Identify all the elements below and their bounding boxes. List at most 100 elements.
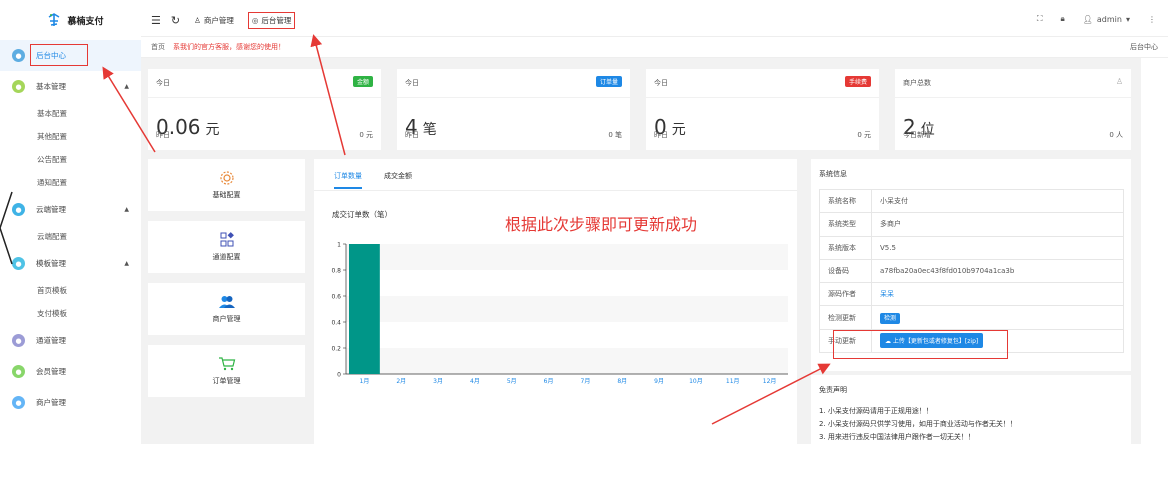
sidebar-sub-notice-config[interactable]: 公告配置 bbox=[0, 148, 141, 171]
user-outline-icon: ♙ bbox=[1115, 77, 1123, 86]
author-link[interactable]: 呆呆 bbox=[880, 290, 894, 298]
sidebar-item-cloud[interactable]: ● 云端管理 ▲ bbox=[0, 194, 141, 225]
disclaimer-line: 1. 小呆支付源码请用于正规用途！！ bbox=[819, 407, 933, 415]
grid-band bbox=[346, 244, 788, 270]
y-tick-label: 0.2 bbox=[331, 346, 341, 353]
stat-badge: 订单量 bbox=[595, 76, 622, 87]
disclaimer-title: 免责声明 bbox=[819, 386, 847, 394]
x-tick-label: 3月 bbox=[433, 378, 443, 385]
quick-link-orders[interactable]: 订单管理 bbox=[148, 345, 305, 397]
x-tick-label: 9月 bbox=[654, 378, 664, 385]
sidebar-sub-cloud-config[interactable]: 云端配置 bbox=[0, 225, 141, 248]
sidebar-sub-basic-config[interactable]: 基本配置 bbox=[0, 102, 141, 125]
content-area: 今日 金额 0.06 元 昨日 0 元 今日 订单量 4笔 昨日 0 笔 今日 手… bbox=[141, 58, 1141, 444]
chart-title: 成交订单数（笔） bbox=[332, 209, 392, 219]
x-tick-label: 10月 bbox=[689, 378, 703, 385]
sidebar-item-label: 模板管理 bbox=[36, 259, 66, 268]
sidebar-menu: ● 后台中心 ● 基本管理 ▲ 基本配置 其他配置 公告配置 通知配置 ● 云端… bbox=[0, 40, 141, 418]
stat-card-orders: 今日 订单量 4笔 昨日 0 笔 bbox=[397, 69, 630, 150]
template-icon: ● bbox=[12, 257, 25, 270]
refresh-icon[interactable]: ↻ bbox=[171, 14, 180, 27]
backend-link[interactable]: ◎ 后台管理 bbox=[247, 11, 296, 29]
merchant-link[interactable]: ♙ 商户管理 bbox=[194, 15, 234, 26]
lock-icon[interactable]: 🔒︎ bbox=[1060, 14, 1064, 24]
sidebar-item-label: 通道管理 bbox=[36, 336, 66, 345]
settings-icon: ● bbox=[12, 80, 25, 93]
chart-bar bbox=[349, 244, 380, 374]
y-tick-label: 0 bbox=[337, 372, 341, 379]
table-row: 设备码 a78fba20a0ec43f8fd010b9704a1ca3b bbox=[819, 258, 1124, 284]
sidebar-sub-other-config[interactable]: 其他配置 bbox=[0, 125, 141, 148]
sidebar: 慕楠支付 ● 后台中心 ● 基本管理 ▲ 基本配置 其他配置 公告配置 通知配置… bbox=[0, 0, 141, 444]
dashboard-icon: ● bbox=[12, 49, 25, 62]
logo-icon bbox=[49, 13, 60, 26]
fullscreen-icon[interactable]: ⛶ bbox=[1037, 14, 1043, 24]
topbar: ☰ ↻ ♙ 商户管理 ◎ 后台管理 ⛶ 🔒︎ 👤︎ admin ▾ ⋮ bbox=[141, 0, 1168, 40]
y-tick-label: 0.8 bbox=[331, 268, 341, 275]
quick-link-merchant[interactable]: 商户管理 bbox=[148, 283, 305, 335]
table-row: 系统版本 V5.5 bbox=[819, 235, 1124, 260]
quick-link-basic-config[interactable]: 基础配置 bbox=[148, 159, 305, 211]
sidebar-item-label: 商户管理 bbox=[36, 398, 66, 407]
cloud-icon: ● bbox=[12, 203, 25, 216]
disclaimer-card: 免责声明 1. 小呆支付源码请用于正规用途！！ 2. 小呆支付源码只供学习使用，… bbox=[811, 375, 1131, 444]
sidebar-item-member[interactable]: ● 会员管理 bbox=[0, 356, 141, 387]
check-update-button[interactable]: 检测 bbox=[880, 313, 901, 325]
user-menu[interactable]: 👤︎ admin ▾ bbox=[1083, 15, 1130, 24]
avatar-icon: 👤︎ bbox=[1082, 14, 1093, 24]
highlight-box bbox=[30, 44, 88, 66]
user-icon: ♙ bbox=[194, 15, 201, 25]
more-icon[interactable]: ⋮ bbox=[1148, 15, 1156, 24]
sidebar-item-merchant[interactable]: ● 商户管理 bbox=[0, 387, 141, 418]
stat-badge: 手续费 bbox=[844, 76, 871, 87]
caret-up-icon: ▲ bbox=[124, 206, 129, 213]
sidebar-item-basic[interactable]: ● 基本管理 ▲ bbox=[0, 71, 141, 102]
x-tick-label: 8月 bbox=[617, 378, 627, 385]
table-row: 系统名称 小呆支付 bbox=[819, 188, 1124, 214]
disclaimer-line: 2. 小呆支付源码只供学习使用，如用于商业活动与作者无关！！ bbox=[819, 420, 1017, 428]
table-row: 系统类型 多商户 bbox=[819, 212, 1124, 237]
quick-link-channel-config[interactable]: 通道配置 bbox=[148, 221, 305, 273]
x-tick-label: 6月 bbox=[544, 378, 554, 385]
sidebar-item-dashboard[interactable]: ● 后台中心 bbox=[0, 40, 141, 71]
breadcrumb-current[interactable]: 后台中心 bbox=[1130, 42, 1158, 52]
breadcrumb-home[interactable]: 首页 bbox=[151, 42, 165, 52]
sidebar-item-label: 基本管理 bbox=[36, 82, 66, 91]
x-tick-label: 1月 bbox=[360, 378, 370, 385]
highlight-box-upload bbox=[833, 330, 1008, 359]
stat-card-merchants: 商户总数 ♙ 2位 今日新增 0 人 bbox=[895, 69, 1131, 150]
y-tick-label: 1 bbox=[337, 242, 341, 249]
caret-up-icon: ▲ bbox=[124, 83, 129, 90]
x-tick-label: 11月 bbox=[726, 378, 740, 385]
y-tick-label: 0.4 bbox=[331, 320, 341, 327]
gear-icon bbox=[219, 171, 234, 185]
x-tick-label: 4月 bbox=[470, 378, 480, 385]
disclaimer-line: 3. 用来进行违反中国法律用户跟作者一切无关！！ bbox=[819, 433, 975, 441]
x-tick-label: 5月 bbox=[507, 378, 517, 385]
system-info-title: 系统信息 bbox=[819, 170, 847, 178]
sidebar-item-label: 会员管理 bbox=[36, 367, 66, 376]
stat-card-amount: 今日 金额 0.06 元 昨日 0 元 bbox=[148, 69, 381, 150]
stat-card-fee: 今日 手续费 0元 昨日 0 元 bbox=[646, 69, 879, 150]
caret-up-icon: ▲ bbox=[124, 260, 129, 267]
logo[interactable]: 慕楠支付 bbox=[0, 0, 141, 40]
sidebar-item-template[interactable]: ● 模板管理 ▲ bbox=[0, 248, 141, 279]
channel-icon: ● bbox=[12, 334, 25, 347]
x-tick-label: 7月 bbox=[581, 378, 591, 385]
member-icon: ● bbox=[12, 365, 25, 378]
sidebar-item-channel[interactable]: ● 通道管理 bbox=[0, 325, 141, 356]
x-tick-label: 2月 bbox=[396, 378, 406, 385]
grid-band bbox=[346, 296, 788, 322]
order-chart: 成交订单数（笔）00.20.40.60.811月 2月 3月 4月 5月 6月 7月 8月 9月… bbox=[331, 209, 788, 385]
annotation-text: 根据此次步骤即可更新成功 bbox=[505, 215, 698, 234]
logo-text: 慕楠支付 bbox=[67, 16, 104, 27]
sidebar-sub-notify-config[interactable]: 通知配置 bbox=[0, 171, 141, 194]
cart-icon bbox=[218, 357, 235, 371]
grid-icon bbox=[220, 232, 234, 247]
caret-down-icon: ▾ bbox=[1125, 14, 1130, 24]
table-row: 源码作者 呆呆 bbox=[819, 282, 1124, 307]
menu-toggle-icon[interactable]: ☰ bbox=[151, 14, 161, 27]
sidebar-sub-pay-template[interactable]: 支付模板 bbox=[0, 302, 141, 325]
chart-card: 订单数量 成交金额 成交订单数（笔） 0 0.2 0.4 0.6 0.8 1 1月 2月 3月 4月… bbox=[314, 159, 797, 444]
sidebar-sub-home-template[interactable]: 首页模板 bbox=[0, 279, 141, 302]
